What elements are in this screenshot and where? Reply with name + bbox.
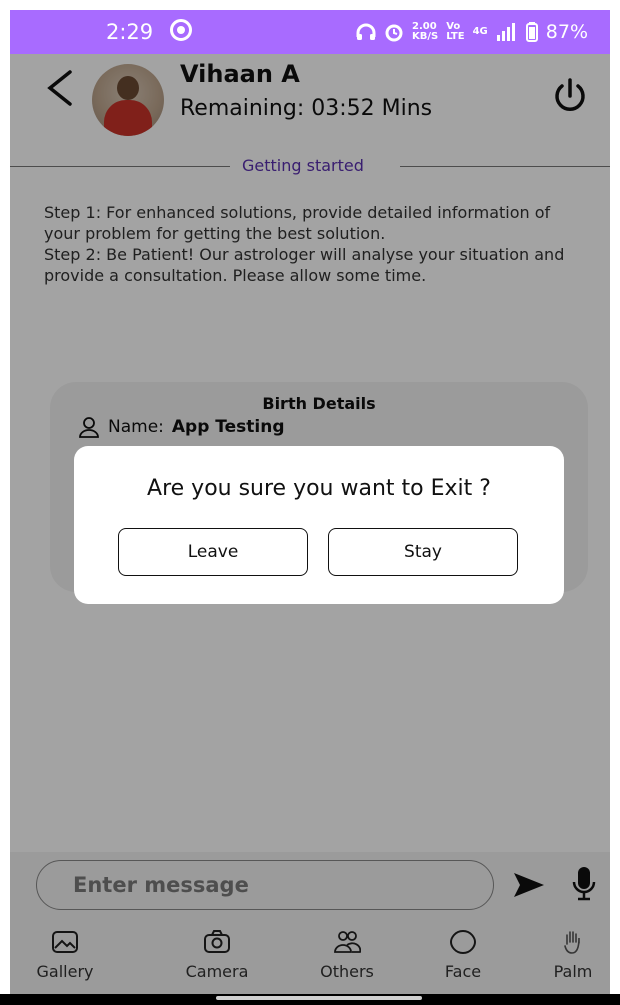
leave-button[interactable]: Leave	[118, 528, 308, 576]
net-speed-unit: KB/S	[411, 31, 439, 42]
status-bar: 2:29 2.00 KB/S Vo LTE 4G 87%	[10, 10, 610, 54]
exit-dialog-title: Are you sure you want to Exit ?	[147, 476, 491, 501]
network-type: 4G	[473, 27, 488, 37]
battery-percent: 87%	[545, 21, 588, 43]
system-nav-bar	[0, 994, 620, 1005]
battery-icon	[525, 22, 538, 42]
app-notification-icon	[170, 19, 192, 41]
volte-indicator: Vo LTE	[446, 22, 464, 42]
status-time: 2:29	[106, 20, 154, 44]
volte-bottom: LTE	[446, 31, 465, 42]
network-type-label: 4G	[472, 26, 488, 37]
alarm-icon	[385, 24, 403, 42]
phone-screen: 2:29 2.00 KB/S Vo LTE 4G 87% Vihaan A Re…	[0, 0, 620, 1005]
stay-button[interactable]: Stay	[328, 528, 518, 576]
home-gesture-handle[interactable]	[216, 996, 422, 1000]
exit-dialog: Are you sure you want to Exit ? Leave St…	[74, 446, 564, 604]
signal-icon	[496, 23, 515, 41]
net-speed: 2.00 KB/S	[412, 22, 438, 42]
status-icons: 2.00 KB/S Vo LTE 4G 87%	[356, 10, 588, 54]
headphones-icon	[356, 23, 376, 40]
